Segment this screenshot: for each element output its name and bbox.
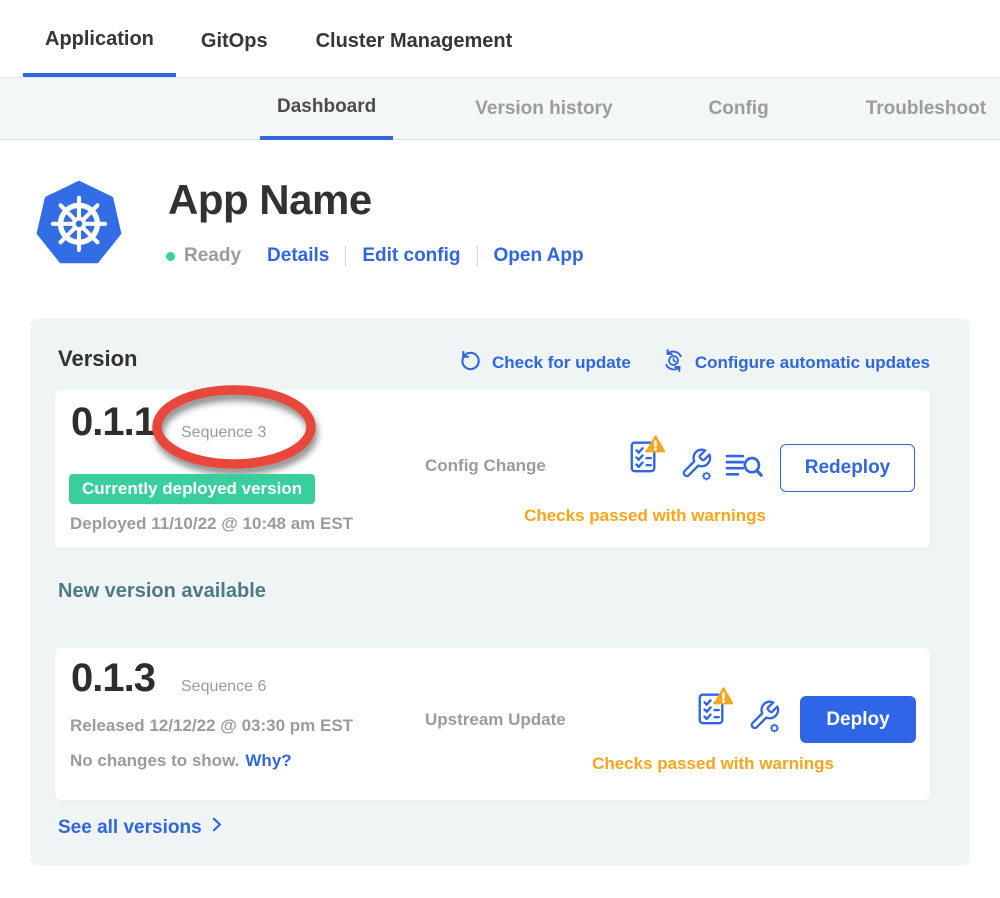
clock-refresh-icon <box>661 348 686 378</box>
refresh-icon <box>460 349 483 377</box>
config-wrench-icon[interactable] <box>677 446 714 488</box>
version-section-title: Version <box>58 346 137 372</box>
new-version-card: 0.1.3 Sequence 6 Released 12/12/22 @ 03:… <box>55 648 930 800</box>
preflight-checks-warning-icon[interactable] <box>695 686 733 732</box>
current-version-card: 0.1.1 Sequence 3 Currently deployed vers… <box>55 390 930 548</box>
open-app-link[interactable]: Open App <box>494 245 584 267</box>
current-version-sequence: Sequence 3 <box>181 424 266 442</box>
version-panel: Version Check for update Configure autom… <box>30 318 970 866</box>
tab-config[interactable]: Config <box>709 78 769 140</box>
divider <box>477 246 478 266</box>
app-status-row: Ready Details Edit config Open App <box>166 243 584 269</box>
divider <box>345 246 346 266</box>
status-text: Ready <box>184 245 241 267</box>
page-title-app-name: App Name <box>168 176 372 224</box>
check-for-update-link[interactable]: Check for update <box>460 349 631 377</box>
new-version-sequence: Sequence 6 <box>181 678 266 696</box>
top-nav: Application GitOps Cluster Management <box>0 0 1000 78</box>
currently-deployed-badge: Currently deployed version <box>69 474 315 504</box>
kubernetes-logo-icon <box>34 176 124 268</box>
tab-troubleshoot[interactable]: Troubleshoot <box>866 78 986 140</box>
version-source-label: Upstream Update <box>425 710 566 730</box>
see-all-versions-link[interactable]: See all versions <box>58 814 227 841</box>
top-tab-cluster-management[interactable]: Cluster Management <box>316 5 513 77</box>
details-link[interactable]: Details <box>267 245 329 267</box>
view-files-diff-icon[interactable] <box>723 450 765 489</box>
why-link[interactable]: Why? <box>245 751 291 770</box>
released-timestamp: Released 12/12/22 @ 03:30 pm EST <box>70 716 353 736</box>
check-for-update-label: Check for update <box>492 353 631 373</box>
deploy-button[interactable]: Deploy <box>800 696 916 743</box>
see-all-versions-label: See all versions <box>58 817 202 839</box>
top-tab-gitops[interactable]: GitOps <box>201 5 268 77</box>
config-wrench-icon[interactable] <box>745 698 782 740</box>
tab-version-history[interactable]: Version history <box>475 78 612 140</box>
no-changes-text: No changes to show. <box>70 751 239 770</box>
top-tab-application[interactable]: Application <box>23 5 176 77</box>
version-panel-actions: Check for update Configure automatic upd… <box>460 348 930 378</box>
redeploy-button[interactable]: Redeploy <box>780 444 915 492</box>
tab-dashboard[interactable]: Dashboard <box>260 78 393 140</box>
current-version-number: 0.1.1 <box>71 400 155 445</box>
status-ready-dot-icon <box>166 252 175 261</box>
configure-automatic-updates-link[interactable]: Configure automatic updates <box>661 348 930 378</box>
new-version-number: 0.1.3 <box>71 656 155 701</box>
checks-status-text: Checks passed with warnings <box>435 506 855 526</box>
admin-console-page: { "top_nav": { "tabs": [ { "label": "App… <box>0 0 1000 898</box>
edit-config-link[interactable]: Edit config <box>362 245 460 267</box>
checks-status-text: Checks passed with warnings <box>513 754 913 774</box>
version-source-label: Config Change <box>425 456 546 476</box>
deployed-timestamp: Deployed 11/10/22 @ 10:48 am EST <box>70 514 353 534</box>
preflight-checks-warning-icon[interactable] <box>627 434 665 480</box>
no-changes-row: No changes to show. Why? <box>70 751 292 771</box>
new-version-available-heading: New version available <box>58 580 266 603</box>
chevron-right-icon <box>206 814 227 841</box>
app-sub-nav: Dashboard Version history Config Trouble… <box>0 78 1000 140</box>
configure-automatic-updates-label: Configure automatic updates <box>695 353 930 373</box>
